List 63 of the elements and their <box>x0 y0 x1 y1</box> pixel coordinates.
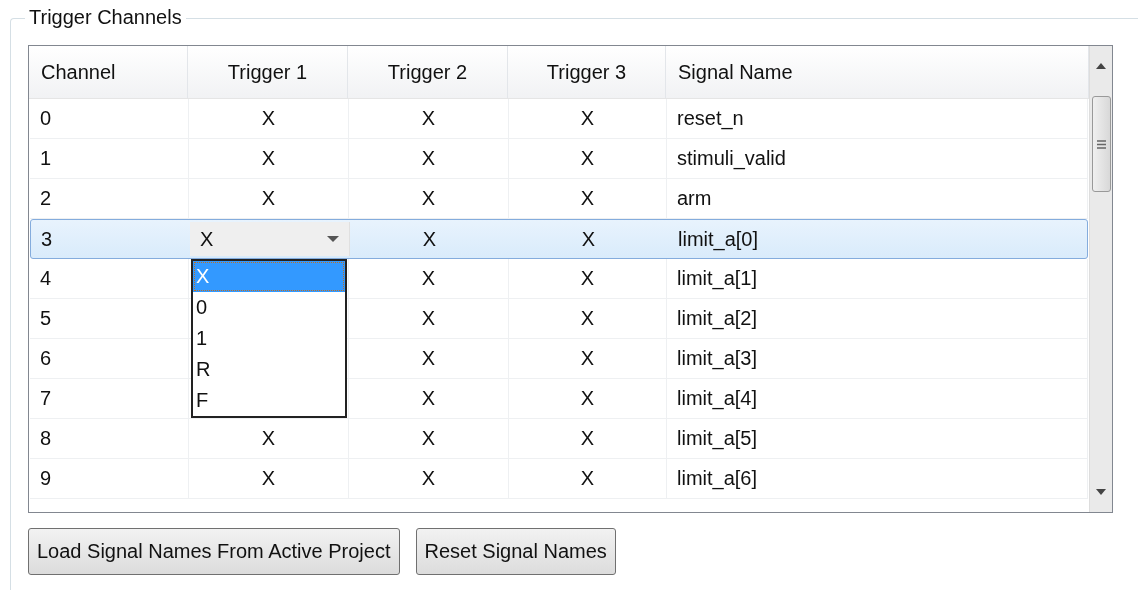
table-cell: X <box>580 347 595 370</box>
table-cell: 0 <box>40 107 52 130</box>
selected-row[interactable]: 3 X X X limit_a[0] <box>30 219 1088 259</box>
table-cell: X <box>421 267 436 290</box>
dropdown-option[interactable]: R <box>193 354 345 385</box>
table-cell: X <box>580 267 595 290</box>
action-button[interactable]: Reset Signal Names <box>415 528 616 575</box>
table-cell: limit_a[0] <box>678 227 759 251</box>
table-cell: X <box>261 147 276 170</box>
table-cell: 2 <box>40 187 52 210</box>
table-cell: 8 <box>40 427 52 450</box>
table-cell: X <box>421 467 436 490</box>
table-cell: limit_a[5] <box>677 427 758 450</box>
table-cell: X <box>580 467 595 490</box>
table-cell: reset_n <box>677 107 744 130</box>
scroll-up-icon[interactable] <box>1095 62 1107 70</box>
column-header[interactable]: Trigger 2 <box>348 46 508 98</box>
table-cell: X <box>261 427 276 450</box>
dropdown-option[interactable]: F <box>193 385 345 416</box>
dropdown-option[interactable]: 0 <box>193 292 345 323</box>
table-cell: X <box>580 307 595 330</box>
table-cell: limit_a[4] <box>677 387 758 410</box>
table-cell: 4 <box>40 267 52 290</box>
scroll-thumb[interactable] <box>1091 96 1111 192</box>
table-cell: X <box>580 387 595 410</box>
table-cell: X <box>421 347 436 370</box>
action-button[interactable]: Load Signal Names From Active Project <box>28 528 400 575</box>
table-cell: limit_a[1] <box>677 267 758 290</box>
table-cell: X <box>421 427 436 450</box>
table-cell: limit_a[3] <box>677 347 758 370</box>
table-cell: 6 <box>40 347 52 370</box>
table-cell: 7 <box>40 387 52 410</box>
scrollbar[interactable] <box>1089 46 1112 512</box>
table-cell: X <box>580 187 595 210</box>
table-cell: X <box>261 187 276 210</box>
column-header[interactable]: Trigger 1 <box>188 46 348 98</box>
table-cell: 1 <box>40 147 52 170</box>
column-header[interactable]: Channel <box>29 46 188 98</box>
table-cell: limit_a[2] <box>677 307 758 330</box>
table-cell: stimuli_valid <box>677 147 786 170</box>
dropdown-option[interactable]: 1 <box>193 323 345 354</box>
dropdown-arrow-icon <box>327 235 339 243</box>
table-cell: X <box>581 227 596 251</box>
table-cell: X <box>580 107 595 130</box>
dropdown-field[interactable]: X <box>190 222 350 256</box>
table-cell: X <box>421 387 436 410</box>
table-cell: X <box>261 467 276 490</box>
table-cell: 9 <box>40 467 52 490</box>
table-cell: limit_a[6] <box>677 467 758 490</box>
table-cell: arm <box>677 187 712 210</box>
table-cell: 5 <box>40 307 52 330</box>
table-cell: X <box>421 187 436 210</box>
column-header[interactable]: Trigger 3 <box>508 46 666 98</box>
table-cell: X <box>421 307 436 330</box>
scroll-down-icon[interactable] <box>1095 488 1107 496</box>
table-cell: X <box>421 147 436 170</box>
table-cell: X <box>421 107 436 130</box>
table-cell: X <box>580 427 595 450</box>
table-cell: X <box>261 107 276 130</box>
grip-icon <box>1096 139 1106 149</box>
table-cell: X <box>422 227 437 251</box>
table-cell: 3 <box>41 227 53 251</box>
table-cell: X <box>580 147 595 170</box>
